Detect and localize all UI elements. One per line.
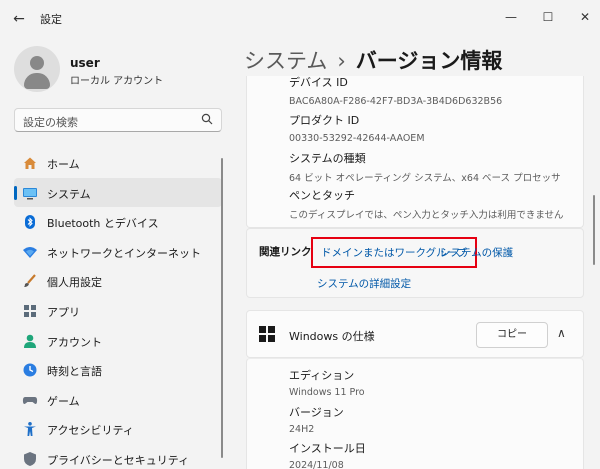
- sidebar-item-label: Bluetooth とデバイス: [47, 217, 159, 231]
- related-links-label: 関連リンク: [259, 246, 312, 258]
- app-title: 設定: [40, 13, 62, 26]
- sidebar-item-accessibility[interactable]: アクセシビリティ: [14, 414, 222, 444]
- sidebar-item-label: 個人用設定: [47, 276, 102, 290]
- system-type-label: システムの種類: [289, 152, 366, 165]
- windows-spec-title: Windows の仕様: [289, 330, 375, 343]
- avatar-body-icon: [24, 73, 50, 89]
- selection-indicator: [14, 185, 17, 200]
- user-card[interactable]: user ローカル アカウント: [14, 46, 224, 94]
- back-arrow-icon[interactable]: ←: [8, 9, 30, 29]
- sidebar-item-home[interactable]: ホーム: [14, 148, 222, 178]
- pen-touch-value: このディスプレイでは、ペン入力とタッチ入力は利用できません: [289, 210, 564, 221]
- account-icon: [22, 333, 38, 349]
- install-date-value: 2024/11/08: [289, 460, 344, 469]
- sidebar-item-gaming[interactable]: ゲーム: [14, 385, 222, 415]
- sidebar-item-label: ホーム: [47, 158, 80, 171]
- sidebar-item-label: アカウント: [47, 335, 102, 349]
- minimize-button[interactable]: —: [495, 6, 527, 28]
- product-id-label: プロダクト ID: [289, 114, 360, 127]
- edition-value: Windows 11 Pro: [289, 387, 365, 398]
- breadcrumb-parent[interactable]: システム: [244, 49, 327, 73]
- windows-spec-body: エディション Windows 11 Pro バージョン 24H2 インストール日…: [246, 358, 584, 469]
- page-title: バージョン情報: [355, 49, 503, 73]
- system-protection-link[interactable]: システムの保護: [440, 245, 513, 260]
- sidebar-item-label: システム: [47, 187, 91, 201]
- user-name: user: [70, 56, 100, 70]
- breadcrumb: システム › バージョン情報: [244, 45, 502, 75]
- sidebar-item-time-language[interactable]: 時刻と言語: [14, 355, 222, 385]
- device-id-value: BAC6A80A-F286-42F7-BD3A-3B4D6D632B56: [289, 96, 503, 107]
- home-icon: [22, 155, 38, 171]
- related-links-card: 関連リンク ドメインまたはワークグループ システムの保護 システムの詳細設定: [246, 228, 584, 298]
- accessibility-icon: [22, 421, 38, 437]
- sidebar-item-label: ゲーム: [47, 394, 80, 408]
- time-language-icon: [22, 362, 38, 378]
- system-type-value: 64 ビット オペレーティング システム、x64 ベース プロセッサ: [289, 173, 561, 184]
- product-id-value: 00330-53292-42644-AAOEM: [289, 133, 425, 144]
- search-placeholder: 設定の検索: [23, 116, 78, 129]
- search-icon: [201, 113, 213, 128]
- account-type: ローカル アカウント: [70, 76, 164, 87]
- title-bar: ← 設定 — ☐ ✕: [0, 0, 600, 36]
- system-icon: [22, 185, 38, 201]
- sidebar-item-privacy[interactable]: プライバシーとセキュリティ: [14, 444, 222, 469]
- sidebar-item-network[interactable]: ネットワークとインターネット: [14, 237, 222, 267]
- sidebar-nav: ホーム システム Bluetooth とデバイス ネットワークとインターネット …: [14, 148, 222, 469]
- sidebar-item-label: 時刻と言語: [47, 365, 102, 379]
- sidebar-item-accounts[interactable]: アカウント: [14, 326, 222, 356]
- network-icon: [22, 244, 38, 260]
- sidebar-item-personalization[interactable]: 個人用設定: [14, 266, 222, 296]
- advanced-system-settings-link[interactable]: システムの詳細設定: [317, 276, 411, 291]
- install-date-label: インストール日: [289, 442, 366, 455]
- sidebar-item-label: プライバシーとセキュリティ: [47, 453, 190, 467]
- avatar-head-icon: [30, 56, 44, 70]
- avatar: [14, 46, 60, 92]
- copy-button[interactable]: コピー: [476, 322, 548, 348]
- sidebar-item-label: ネットワークとインターネット: [47, 246, 201, 260]
- maximize-button[interactable]: ☐: [532, 6, 564, 28]
- close-button[interactable]: ✕: [569, 6, 600, 28]
- main-scrollbar[interactable]: [593, 195, 595, 265]
- sidebar-item-bluetooth[interactable]: Bluetooth とデバイス: [14, 207, 222, 237]
- sidebar-scrollbar[interactable]: [221, 158, 223, 458]
- gaming-icon: [22, 392, 38, 408]
- pen-touch-label: ペンとタッチ: [289, 189, 355, 202]
- sidebar-item-system[interactable]: システム: [14, 177, 222, 208]
- edition-label: エディション: [289, 369, 355, 382]
- sidebar-item-apps[interactable]: アプリ: [14, 296, 222, 326]
- bluetooth-icon: [22, 214, 38, 230]
- breadcrumb-separator: ›: [337, 49, 346, 73]
- windows-logo-icon: [259, 326, 275, 342]
- device-specs-card: デバイス ID BAC6A80A-F286-42F7-BD3A-3B4D6D63…: [246, 76, 584, 228]
- apps-icon: [22, 303, 38, 319]
- windows-spec-header[interactable]: Windows の仕様 コピー ∧: [246, 310, 584, 358]
- privacy-icon: [22, 451, 38, 467]
- chevron-up-icon[interactable]: ∧: [557, 326, 566, 340]
- version-value: 24H2: [289, 424, 315, 435]
- version-label: バージョン: [289, 406, 344, 419]
- search-input[interactable]: 設定の検索: [14, 108, 222, 132]
- device-id-label: デバイス ID: [289, 76, 348, 89]
- brush-icon: [22, 273, 38, 289]
- sidebar-item-label: アクセシビリティ: [47, 424, 134, 438]
- sidebar-item-label: アプリ: [47, 305, 80, 319]
